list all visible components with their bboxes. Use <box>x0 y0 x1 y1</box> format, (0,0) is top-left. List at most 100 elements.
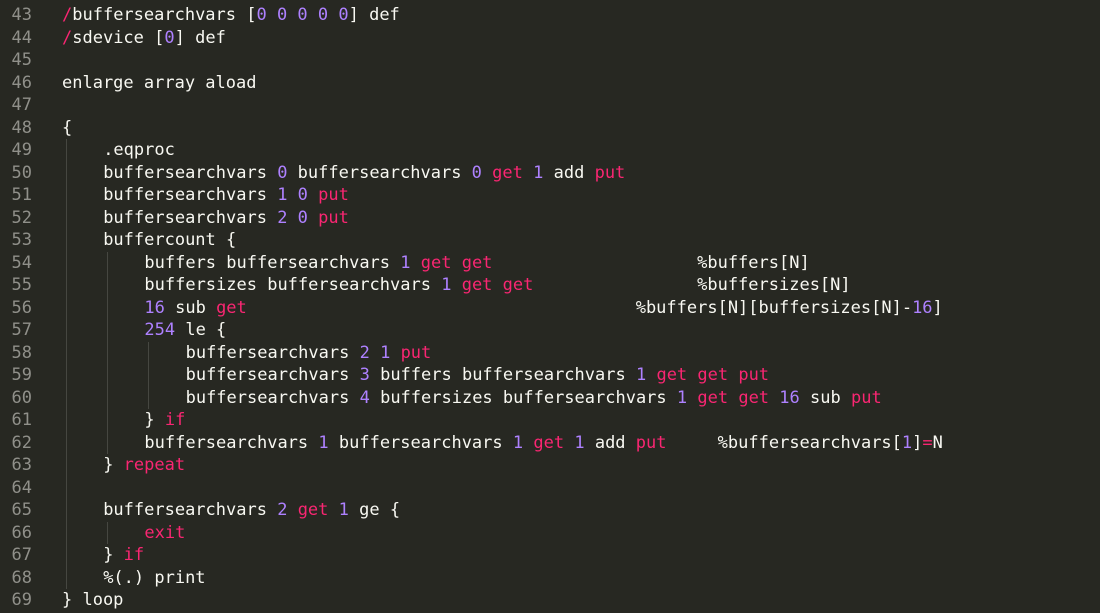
code-text: } if <box>103 544 144 567</box>
number-token: 0 <box>471 162 482 183</box>
code-token: buffersearchvars <box>287 162 472 183</box>
code-token: buffers buffersearchvars <box>369 365 636 385</box>
line-number: 68 <box>11 567 32 588</box>
code-line[interactable]: 59 buffersearchvars 3 buffers buffersearc… <box>0 364 1100 387</box>
code-token: buffersearchvars <box>185 387 360 408</box>
indent-guide <box>107 521 109 544</box>
line-number: 51 <box>11 185 32 205</box>
line-number: 55 <box>11 275 32 295</box>
code-token: sub <box>799 387 851 408</box>
number-token: 0 0 0 0 0 <box>256 5 349 25</box>
code-line[interactable]: 43/buffersearchvars [0 0 0 0 0] def <box>0 4 1100 27</box>
code-line[interactable]: 53 buffercount { <box>0 229 1100 252</box>
line-number: 66 <box>11 522 32 543</box>
code-token: buffersizes buffersearchvars <box>369 387 677 408</box>
number-token: 3 <box>359 365 370 385</box>
code-line[interactable]: 65 buffersearchvars 2 get 1 ge { <box>0 499 1100 522</box>
keyword-token: if <box>123 545 145 565</box>
code-line[interactable]: 69} loop <box>0 589 1100 612</box>
code-editor[interactable]: 43/buffersearchvars [0 0 0 0 0] def 44/sd… <box>0 4 1100 613</box>
code-line[interactable]: 68 %(.) print <box>0 566 1100 589</box>
indent-guide <box>66 454 67 477</box>
indent-guide <box>107 386 109 409</box>
code-text: buffersearchvars 2 get 1 ge { <box>103 499 400 522</box>
number-token: 1 <box>338 500 349 520</box>
line-number: 54 <box>11 252 32 273</box>
indent-guide <box>107 319 109 342</box>
keyword-token: put <box>635 432 667 453</box>
number-token: 1 <box>441 275 452 295</box>
line-number: 59 <box>11 365 32 385</box>
keyword-token: get <box>492 162 523 183</box>
code-token: %(.) print <box>103 567 206 588</box>
line-number: 62 <box>11 432 32 453</box>
code-token: buffersearchvars <box>185 365 360 385</box>
indent-guide <box>66 139 67 162</box>
code-text: buffercount { <box>103 229 236 252</box>
code-line[interactable]: 55 buffersizes buffersearchvars 1 get get… <box>0 274 1100 297</box>
number-token: 1 <box>318 432 329 453</box>
number-token: 2 <box>277 500 288 520</box>
code-text: /buffersearchvars [0 0 0 0 0] def <box>62 4 400 27</box>
code-line[interactable]: 47 <box>0 94 1100 117</box>
number-token: 0 <box>277 162 288 183</box>
code-text: buffersearchvars 4 buffersizes buffersea… <box>186 387 882 410</box>
code-token: ge { <box>348 500 401 520</box>
code-token: add <box>543 162 595 183</box>
indent-guide <box>107 296 109 319</box>
code-line[interactable]: 44/sdevice [0] def <box>0 27 1100 50</box>
keyword-token: get get put <box>656 365 770 385</box>
keyword-token: get <box>216 297 247 318</box>
line-number: 50 <box>11 162 32 183</box>
code-token: buffersearchvars <box>144 432 319 453</box>
code-token: N <box>932 432 943 453</box>
code-text: } loop <box>62 589 123 612</box>
code-token: } <box>103 455 124 475</box>
indent-guide <box>66 274 67 297</box>
code-text: } if <box>144 409 185 432</box>
code-line[interactable]: 46 enlarge array aload <box>0 72 1100 95</box>
code-line[interactable]: 50 buffersearchvars 0 buffersearchvars 0 … <box>0 161 1100 184</box>
indent-guide <box>148 364 150 387</box>
code-token: ] def <box>174 27 226 48</box>
code-line[interactable]: 58 buffersearchvars 2 1 put <box>0 341 1100 364</box>
code-line[interactable]: 62 buffersearchvars 1 buffersearchvars 1 … <box>0 431 1100 454</box>
code-text: .eqproc <box>103 139 175 162</box>
code-text: { <box>62 117 72 140</box>
code-line[interactable]: 49 .eqproc <box>0 139 1100 162</box>
code-text: 16 sub get %buffers[N][buffersizes[N]-16… <box>144 297 942 320</box>
number-token: 1 0 <box>277 185 308 205</box>
code-line[interactable]: 56 16 sub get %buffers[N][buffersizes[N]-… <box>0 296 1100 320</box>
code-line[interactable]: 66 exit <box>0 521 1100 545</box>
code-line[interactable]: 51 buffersearchvars 1 0 put <box>0 184 1100 207</box>
number-token: 1 <box>533 162 544 183</box>
code-token: le { <box>175 320 227 340</box>
line-number: 43 <box>11 5 32 25</box>
code-token: ] <box>932 297 943 318</box>
code-text: } repeat <box>103 454 185 477</box>
code-token: } loop <box>62 590 124 610</box>
line-number: 60 <box>11 387 32 408</box>
code-line[interactable]: 60 buffersearchvars 4 buffersizes buffers… <box>0 386 1100 410</box>
line-number: 56 <box>11 297 32 318</box>
line-number: 48 <box>11 117 32 138</box>
code-token: buffers buffersearchvars <box>144 252 401 273</box>
code-line[interactable]: 64 <box>0 476 1100 499</box>
indent-guide <box>66 431 67 454</box>
keyword-token: put <box>318 185 349 205</box>
code-line[interactable]: 67} if <box>0 544 1100 567</box>
code-line[interactable]: 52 buffersearchvars 2 0 put <box>0 206 1100 229</box>
code-line[interactable]: 54 buffers buffersearchvars 1 get get %bu… <box>0 251 1100 274</box>
code-line[interactable]: 63} repeat <box>0 454 1100 477</box>
code-line[interactable]: 48 { <box>0 117 1100 140</box>
code-token: enlarge array aload <box>62 72 257 93</box>
code-token: sdevice [ <box>72 27 165 48</box>
code-line[interactable]: 57 254 le { <box>0 319 1100 342</box>
indent-guide <box>66 184 67 207</box>
code-line[interactable]: 45 <box>0 49 1100 72</box>
code-text: exit <box>144 522 185 545</box>
indent-guide <box>107 251 109 274</box>
code-line[interactable]: 61} if <box>0 409 1100 432</box>
